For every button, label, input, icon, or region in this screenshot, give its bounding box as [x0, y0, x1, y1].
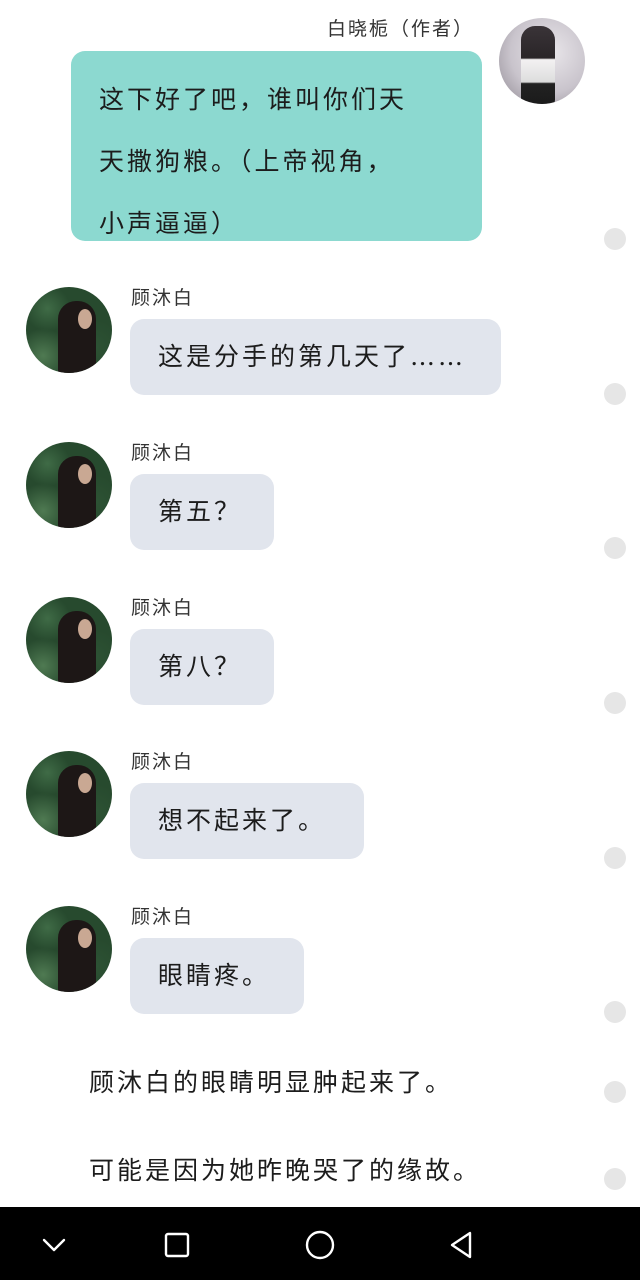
scroll-indicator-dot — [604, 383, 626, 405]
message-bubble: 这是分手的第几天了…… — [130, 319, 501, 395]
chevron-down-icon[interactable] — [34, 1225, 74, 1265]
sender-name: 顾沐白 — [131, 287, 195, 309]
avatar[interactable] — [26, 287, 112, 373]
circle-home-icon[interactable] — [300, 1225, 340, 1265]
scroll-indicator-dot — [604, 1081, 626, 1103]
scroll-indicator-dot — [604, 228, 626, 250]
square-recents-icon[interactable] — [157, 1225, 197, 1265]
sender-name: 顾沐白 — [131, 442, 195, 464]
message-bubble: 想不起来了。 — [130, 783, 364, 859]
scroll-indicator-dot — [604, 1168, 626, 1190]
message-bubble: 眼睛疼。 — [130, 938, 304, 1014]
scroll-indicator-dot — [604, 537, 626, 559]
author-message-line: 小声逼逼） — [99, 209, 240, 238]
author-message-bubble: 这下好了吧，谁叫你们天 天撒狗粮。（上帝视角， 小声逼逼） — [71, 51, 482, 241]
avatar[interactable] — [26, 751, 112, 837]
author-message-line: 这下好了吧，谁叫你们天 — [99, 85, 408, 114]
scroll-indicator-dot — [604, 1001, 626, 1023]
author-message-line: 天撒狗粮。（上帝视角， — [99, 147, 395, 176]
message-bubble: 第五？ — [130, 474, 274, 550]
avatar[interactable] — [26, 906, 112, 992]
avatar[interactable] — [26, 442, 112, 528]
narration-text: 顾沐白的眼睛明显肿起来了。 — [89, 1068, 454, 1097]
author-avatar[interactable] — [499, 18, 585, 104]
triangle-back-icon[interactable] — [442, 1225, 482, 1265]
sender-name: 顾沐白 — [131, 751, 195, 773]
sender-name: 顾沐白 — [131, 597, 195, 619]
sender-name: 顾沐白 — [131, 906, 195, 928]
avatar[interactable] — [26, 597, 112, 683]
narration-text: 可能是因为她昨晚哭了的缘故。 — [89, 1156, 482, 1185]
scroll-indicator-dot — [604, 692, 626, 714]
scroll-indicator-dot — [604, 847, 626, 869]
message-bubble: 第八？ — [130, 629, 274, 705]
author-name: 白晓栀（作者） — [326, 18, 474, 40]
system-navigation-bar — [0, 1207, 640, 1280]
